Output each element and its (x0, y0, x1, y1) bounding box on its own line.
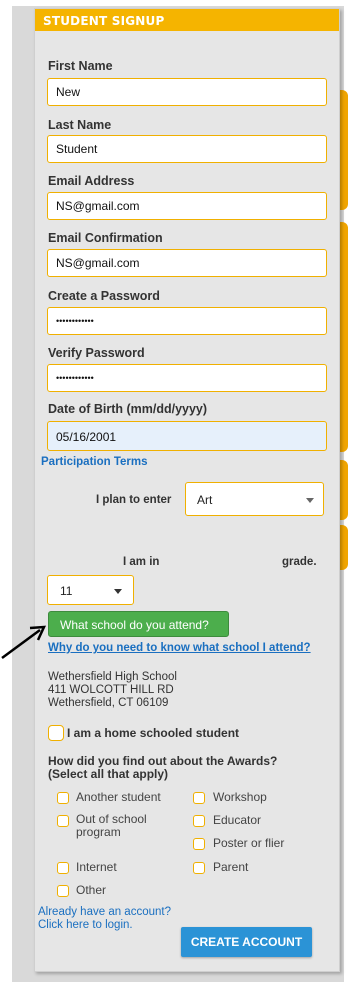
school-city: Wethersfield, CT 06109 (48, 697, 169, 709)
email-confirm-field[interactable]: NS@gmail.com (47, 249, 327, 277)
arrow-icon (1, 625, 47, 660)
login-prompt[interactable]: Already have an account? (38, 906, 171, 918)
found-out-question: How did you find out about the Awards? (… (48, 754, 278, 781)
chevron-down-icon (306, 498, 314, 503)
login-link[interactable]: Click here to login. (38, 919, 133, 931)
checkbox-poster[interactable] (193, 838, 205, 850)
dob-field[interactable]: 05/16/2001 (47, 421, 327, 451)
first-name-field[interactable]: New (47, 78, 327, 106)
grade-select-value: 11 (60, 584, 73, 598)
option-workshop: Workshop (213, 790, 267, 804)
school-name: Wethersfield High School (48, 671, 177, 683)
create-account-button[interactable]: CREATE ACCOUNT (181, 927, 312, 957)
home-schooled-checkbox[interactable] (48, 725, 64, 741)
school-button[interactable]: What school do you attend? (48, 611, 229, 637)
option-educator: Educator (213, 813, 262, 827)
checkbox-parent[interactable] (193, 862, 205, 874)
last-name-label: Last Name (48, 118, 112, 132)
password-label: Create a Password (48, 289, 160, 303)
checkbox-educator[interactable] (193, 815, 205, 827)
email-confirm-label: Email Confirmation (48, 231, 163, 245)
checkbox-other[interactable] (57, 885, 69, 897)
option-internet: Internet (76, 860, 117, 874)
checkbox-out-of-school[interactable] (57, 815, 69, 827)
home-schooled-label: I am a home schooled student (67, 726, 240, 740)
option-other: Other (76, 883, 107, 897)
panel-header: STUDENT SIGNUP (35, 9, 339, 31)
checkbox-another-student[interactable] (57, 792, 69, 804)
grade-label-right: grade. (282, 556, 317, 568)
email-field[interactable]: NS@gmail.com (47, 192, 327, 220)
school-address: 411 WOLCOTT HILL RD (48, 684, 174, 696)
checkbox-internet[interactable] (57, 862, 69, 874)
password-field[interactable]: •••••••••••• (47, 307, 327, 335)
participation-terms-link[interactable]: Participation Terms (41, 456, 148, 468)
plan-label: I plan to enter (96, 494, 172, 506)
grade-label-left: I am in (123, 556, 160, 568)
why-school-link[interactable]: Why do you need to know what school I at… (48, 642, 318, 655)
verify-password-label: Verify Password (48, 346, 145, 360)
grade-select[interactable]: 11 (47, 575, 134, 605)
email-label: Email Address (48, 174, 135, 188)
first-name-label: First Name (48, 59, 113, 73)
verify-password-field[interactable]: •••••••••••• (47, 364, 327, 392)
chevron-down-icon (114, 589, 122, 594)
page-background: STUDENT SIGNUP First Name New Last Name … (0, 0, 350, 985)
option-another-student: Another student (76, 790, 161, 804)
dob-label: Date of Birth (mm/dd/yyyy) (48, 402, 208, 416)
plan-select-value: Art (197, 493, 213, 507)
panel-title: STUDENT SIGNUP (43, 14, 165, 28)
option-parent: Parent (213, 860, 249, 874)
option-poster: Poster or flier (213, 836, 285, 850)
plan-select[interactable]: Art (185, 482, 324, 516)
option-out-of-school: Out of school program (76, 812, 147, 839)
checkbox-workshop[interactable] (193, 792, 205, 804)
last-name-field[interactable]: Student (47, 135, 327, 163)
